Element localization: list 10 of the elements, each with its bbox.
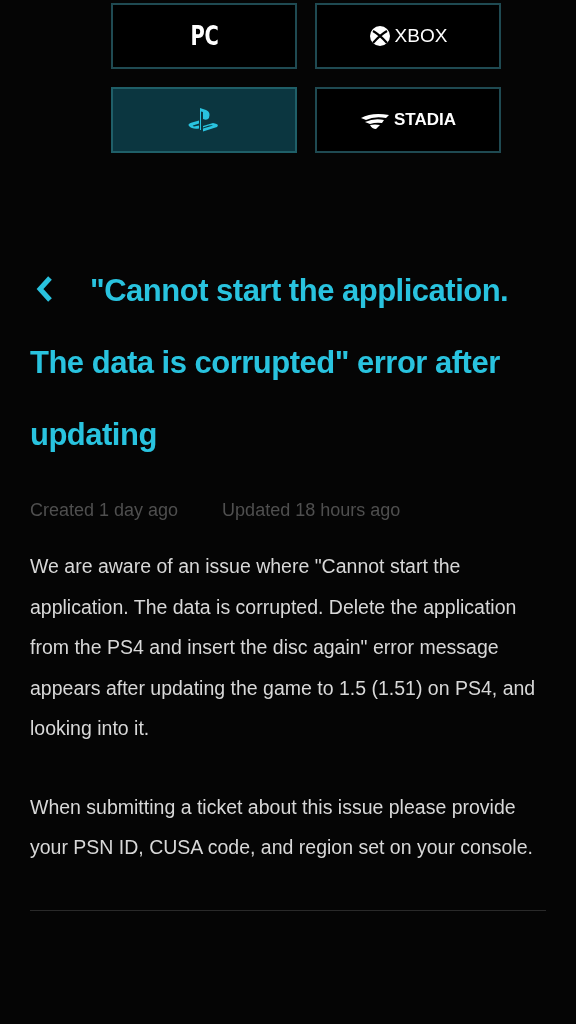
platform-button[interactable]: XBOX (315, 3, 501, 69)
playstation-icon (187, 107, 221, 133)
article-title: "Cannot start the application. The data is corrupted" error after updating (30, 272, 510, 454)
platform-button[interactable]: PC (111, 3, 297, 69)
updated-date: Updated 18 hours ago (222, 499, 401, 522)
platform-button[interactable]: STADIA (315, 87, 501, 153)
article-paragraph: When submitting a ticket about this issue please provide your PSN ID, CUSA code, and region set on your console. (30, 794, 534, 860)
created-date: Created 1 day ago (30, 499, 179, 522)
article-paragraph: We are aware of an issue where "Cannot start the application. The data is corrupted. Delete the application from the PS4 and insert the disc again" error message appears after updating the game to 1.5 (1.51) on PS4, and looking into it. (30, 554, 537, 741)
sphere-icon (368, 25, 391, 47)
